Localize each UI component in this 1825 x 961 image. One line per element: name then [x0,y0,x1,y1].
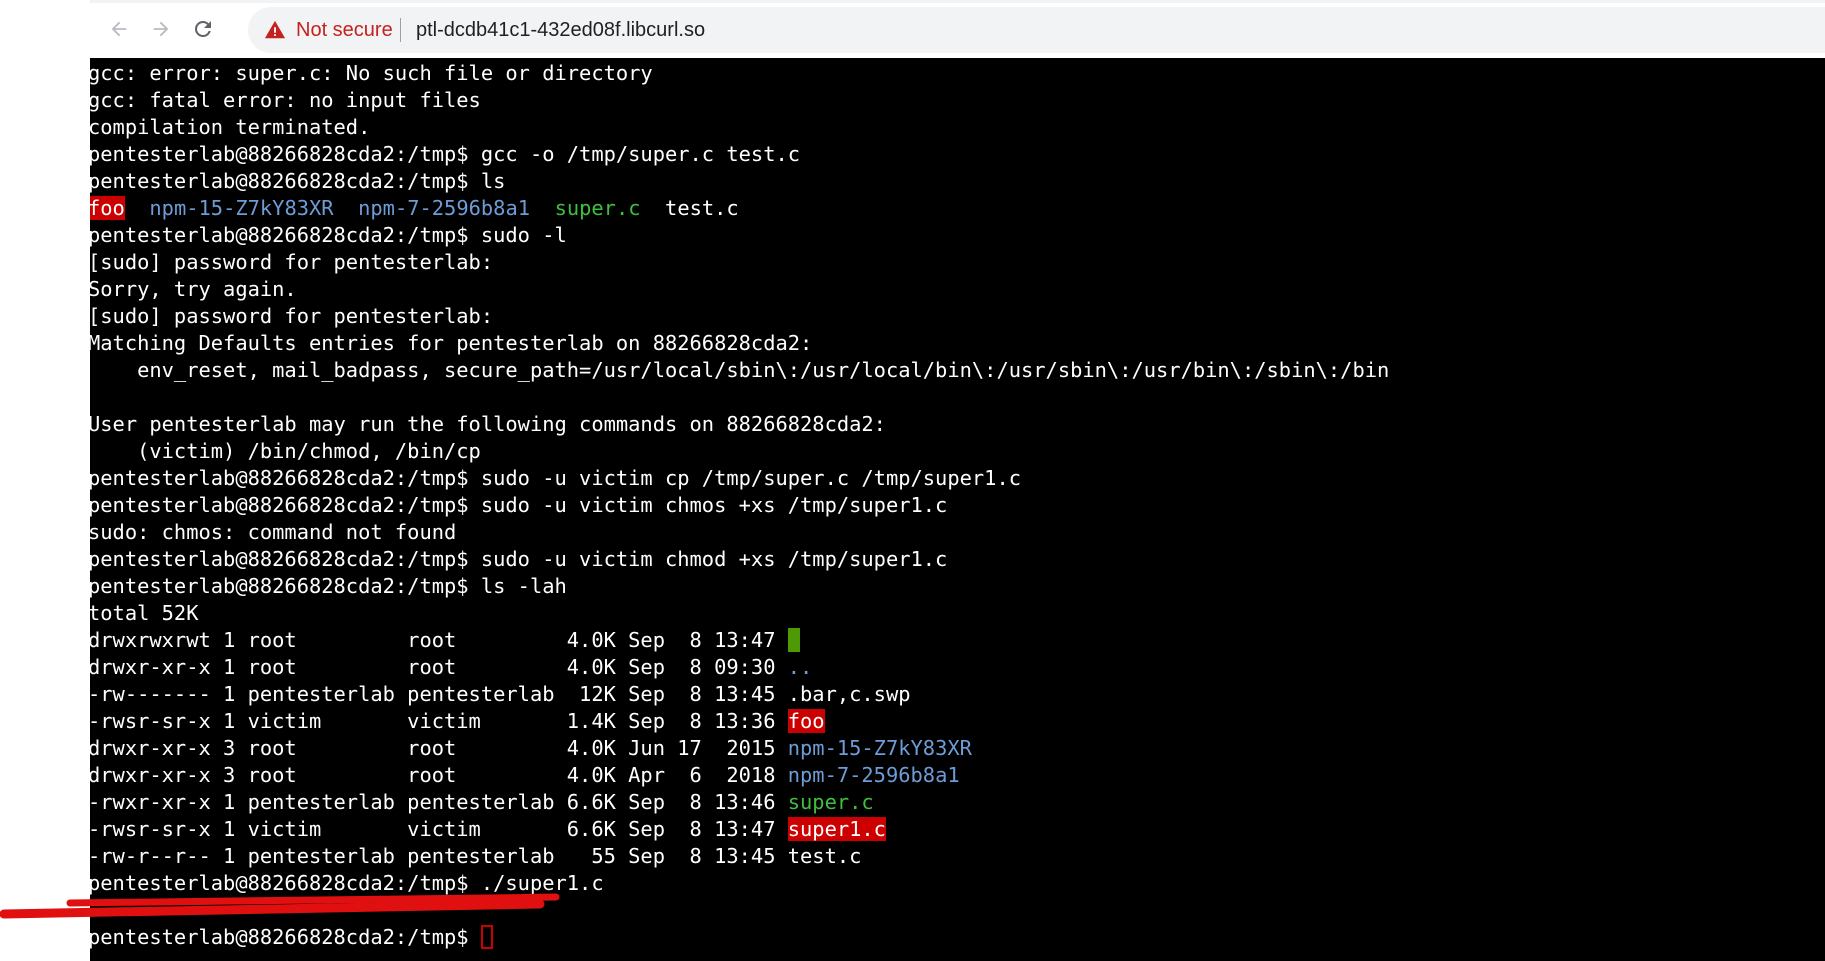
terminal-text: drwxr-xr-x 3 root root 4.0K Apr 6 2018 [90,763,788,787]
browser-toolbar: Not secure ptl-dcdb41c1-432ed08f.libcurl… [90,0,1825,58]
terminal-line: sudo: chmos: command not found [90,519,1389,546]
terminal-text: pentesterlab@88266828cda2:/tmp$ sudo -u … [90,493,948,517]
terminal-highlight-green: super.c [554,196,641,220]
terminal-text: gcc: error: super.c: No such file or dir… [90,61,653,85]
terminal-text: Sorry, try again. [90,277,297,301]
terminal-text: drwxrwxrwt 1 root root 4.0K Sep 8 13:47 [90,628,788,652]
terminal-line: pentesterlab@88266828cda2:/tmp$ sudo -u … [90,546,1389,573]
terminal-line: Matching Defaults entries for pentesterl… [90,330,1389,357]
terminal-line: drwxr-xr-x 3 root root 4.0K Apr 6 2018 n… [90,762,1389,789]
terminal-line: foo npm-15-Z7kY83XR npm-7-2596b8a1 super… [90,195,1389,222]
terminal-line: drwxr-xr-x 3 root root 4.0K Jun 17 2015 … [90,735,1389,762]
terminal-text: pentesterlab@88266828cda2:/tmp$ [90,925,481,949]
terminal-line: pentesterlab@88266828cda2:/tmp$ sudo -l [90,222,1389,249]
terminal-line: [sudo] password for pentesterlab: [90,249,1389,276]
terminal-highlight-green-bg: . [787,628,801,652]
terminal-output: gcc: error: super.c: No such file or dir… [90,60,1389,951]
terminal-text: [sudo] password for pentesterlab: [90,250,494,274]
terminal-text: gcc: fatal error: no input files [90,88,481,112]
terminal-text: total 52K [90,601,199,625]
terminal-text: -rwxr-xr-x 1 pentesterlab pentesterlab 6… [90,790,788,814]
terminal-cursor [480,925,493,949]
terminal-text: pentesterlab@88266828cda2:/tmp$ ls [90,169,506,193]
terminal-line: pentesterlab@88266828cda2:/tmp$ gcc -o /… [90,141,1389,168]
terminal-line: gcc: fatal error: no input files [90,87,1389,114]
terminal-line: pentesterlab@88266828cda2:/tmp$ ls [90,168,1389,195]
terminal-text: User pentesterlab may run the following … [90,412,886,436]
terminal-text: sudo: chmos: command not found [90,520,457,544]
terminal-line: -rwsr-sr-x 1 victim victim 1.4K Sep 8 13… [90,708,1389,735]
terminal-line: -rwsr-sr-x 1 victim victim 6.6K Sep 8 13… [90,816,1389,843]
back-button[interactable] [102,12,136,46]
terminal-line: Sorry, try again. [90,276,1389,303]
terminal-text: Matching Defaults entries for pentesterl… [90,331,813,355]
terminal-text: env_reset, mail_badpass, secure_path=/us… [90,358,1390,382]
terminal-text: drwxr-xr-x 1 root root 4.0K Sep 8 09:30 [90,655,788,679]
terminal-line: drwxr-xr-x 1 root root 4.0K Sep 8 09:30 … [90,654,1389,681]
terminal-highlight-green: super.c [787,790,874,814]
terminal-highlight-blue: npm-15-Z7kY83XR [787,736,972,760]
terminal-text: -rwsr-sr-x 1 victim victim 6.6K Sep 8 13… [90,817,788,841]
terminal-text: [sudo] password for pentesterlab: [90,304,494,328]
terminal-highlight-blue: npm-7-2596b8a1 [787,763,960,787]
terminal-text: pentesterlab@88266828cda2:/tmp$ sudo -u … [90,547,948,571]
warning-triangle-icon[interactable] [264,19,286,41]
terminal-highlight-blue: .. [787,655,813,679]
terminal-line: -rw------- 1 pentesterlab pentesterlab 1… [90,681,1389,708]
address-divider [400,18,401,42]
terminal-line: compilation terminated. [90,114,1389,141]
terminal-text: test.c [640,196,739,220]
forward-button[interactable] [144,12,178,46]
screenshot-page: Not secure ptl-dcdb41c1-432ed08f.libcurl… [0,0,1825,961]
terminal-text: -rwsr-sr-x 1 victim victim 1.4K Sep 8 13… [90,709,788,733]
terminal-text: (victim) /bin/chmod, /bin/cp [90,439,481,463]
reload-button[interactable] [186,12,220,46]
terminal-text: drwxr-xr-x 3 root root 4.0K Jun 17 2015 [90,736,788,760]
terminal-highlight-red-bg: foo [90,196,125,220]
terminal-line: pentesterlab@88266828cda2:/tmp$ ./super1… [90,870,1389,897]
arrow-right-icon [153,21,169,37]
terminal-line: -rw-r--r-- 1 pentesterlab pentesterlab 5… [90,843,1389,870]
terminal-text: compilation terminated. [90,115,371,139]
terminal-line: gcc: error: super.c: No such file or dir… [90,60,1389,87]
terminal-line: total 52K [90,600,1389,627]
terminal-text: -rw------- 1 pentesterlab pentesterlab 1… [90,682,911,706]
terminal-text: pentesterlab@88266828cda2:/tmp$ sudo -u … [90,466,1021,490]
terminal-line: User pentesterlab may run the following … [90,411,1389,438]
terminal-line: pentesterlab@88266828cda2:/tmp$ sudo -u … [90,492,1389,519]
terminal-line: pentesterlab@88266828cda2:/tmp$ [90,924,1389,951]
terminal-highlight-red-bg: foo [787,709,825,733]
tab-strip-edge [90,0,1825,3]
terminal-text: pentesterlab@88266828cda2:/tmp$ sudo -l [90,223,567,247]
terminal-line: pentesterlab@88266828cda2:/tmp$ ls -lah [90,573,1389,600]
terminal-line: env_reset, mail_badpass, secure_path=/us… [90,357,1389,384]
terminal-highlight-red-bg: super1.c [787,817,886,841]
terminal-highlight-blue: npm-7-2596b8a1 [358,196,530,220]
terminal-text: pentesterlab@88266828cda2:/tmp$ ls -lah [90,574,567,598]
terminal-text: pentesterlab@88266828cda2:/tmp$ gcc -o /… [90,142,801,166]
url-text[interactable]: ptl-dcdb41c1-432ed08f.libcurl.so [416,18,705,42]
terminal-line: drwxrwxrwt 1 root root 4.0K Sep 8 13:47 … [90,627,1389,654]
terminal-line: -rwxr-xr-x 1 pentesterlab pentesterlab 6… [90,789,1389,816]
terminal-line: pentesterlab@88266828cda2:/tmp$ sudo -u … [90,465,1389,492]
terminal-line: (victim) /bin/chmod, /bin/cp [90,438,1389,465]
terminal-text: -rw-r--r-- 1 pentesterlab pentesterlab 5… [90,844,862,868]
arrow-left-icon [111,21,127,37]
reload-icon [194,20,211,37]
address-bar[interactable]: Not secure ptl-dcdb41c1-432ed08f.libcurl… [248,7,1825,53]
terminal-highlight-blue: npm-15-Z7kY83XR [149,196,334,220]
terminal-line: [sudo] password for pentesterlab: [90,303,1389,330]
security-status-label[interactable]: Not secure [296,18,393,42]
terminal-text: pentesterlab@88266828cda2:/tmp$ ./super1… [90,871,604,895]
terminal-window[interactable]: gcc: error: super.c: No such file or dir… [90,58,1825,961]
